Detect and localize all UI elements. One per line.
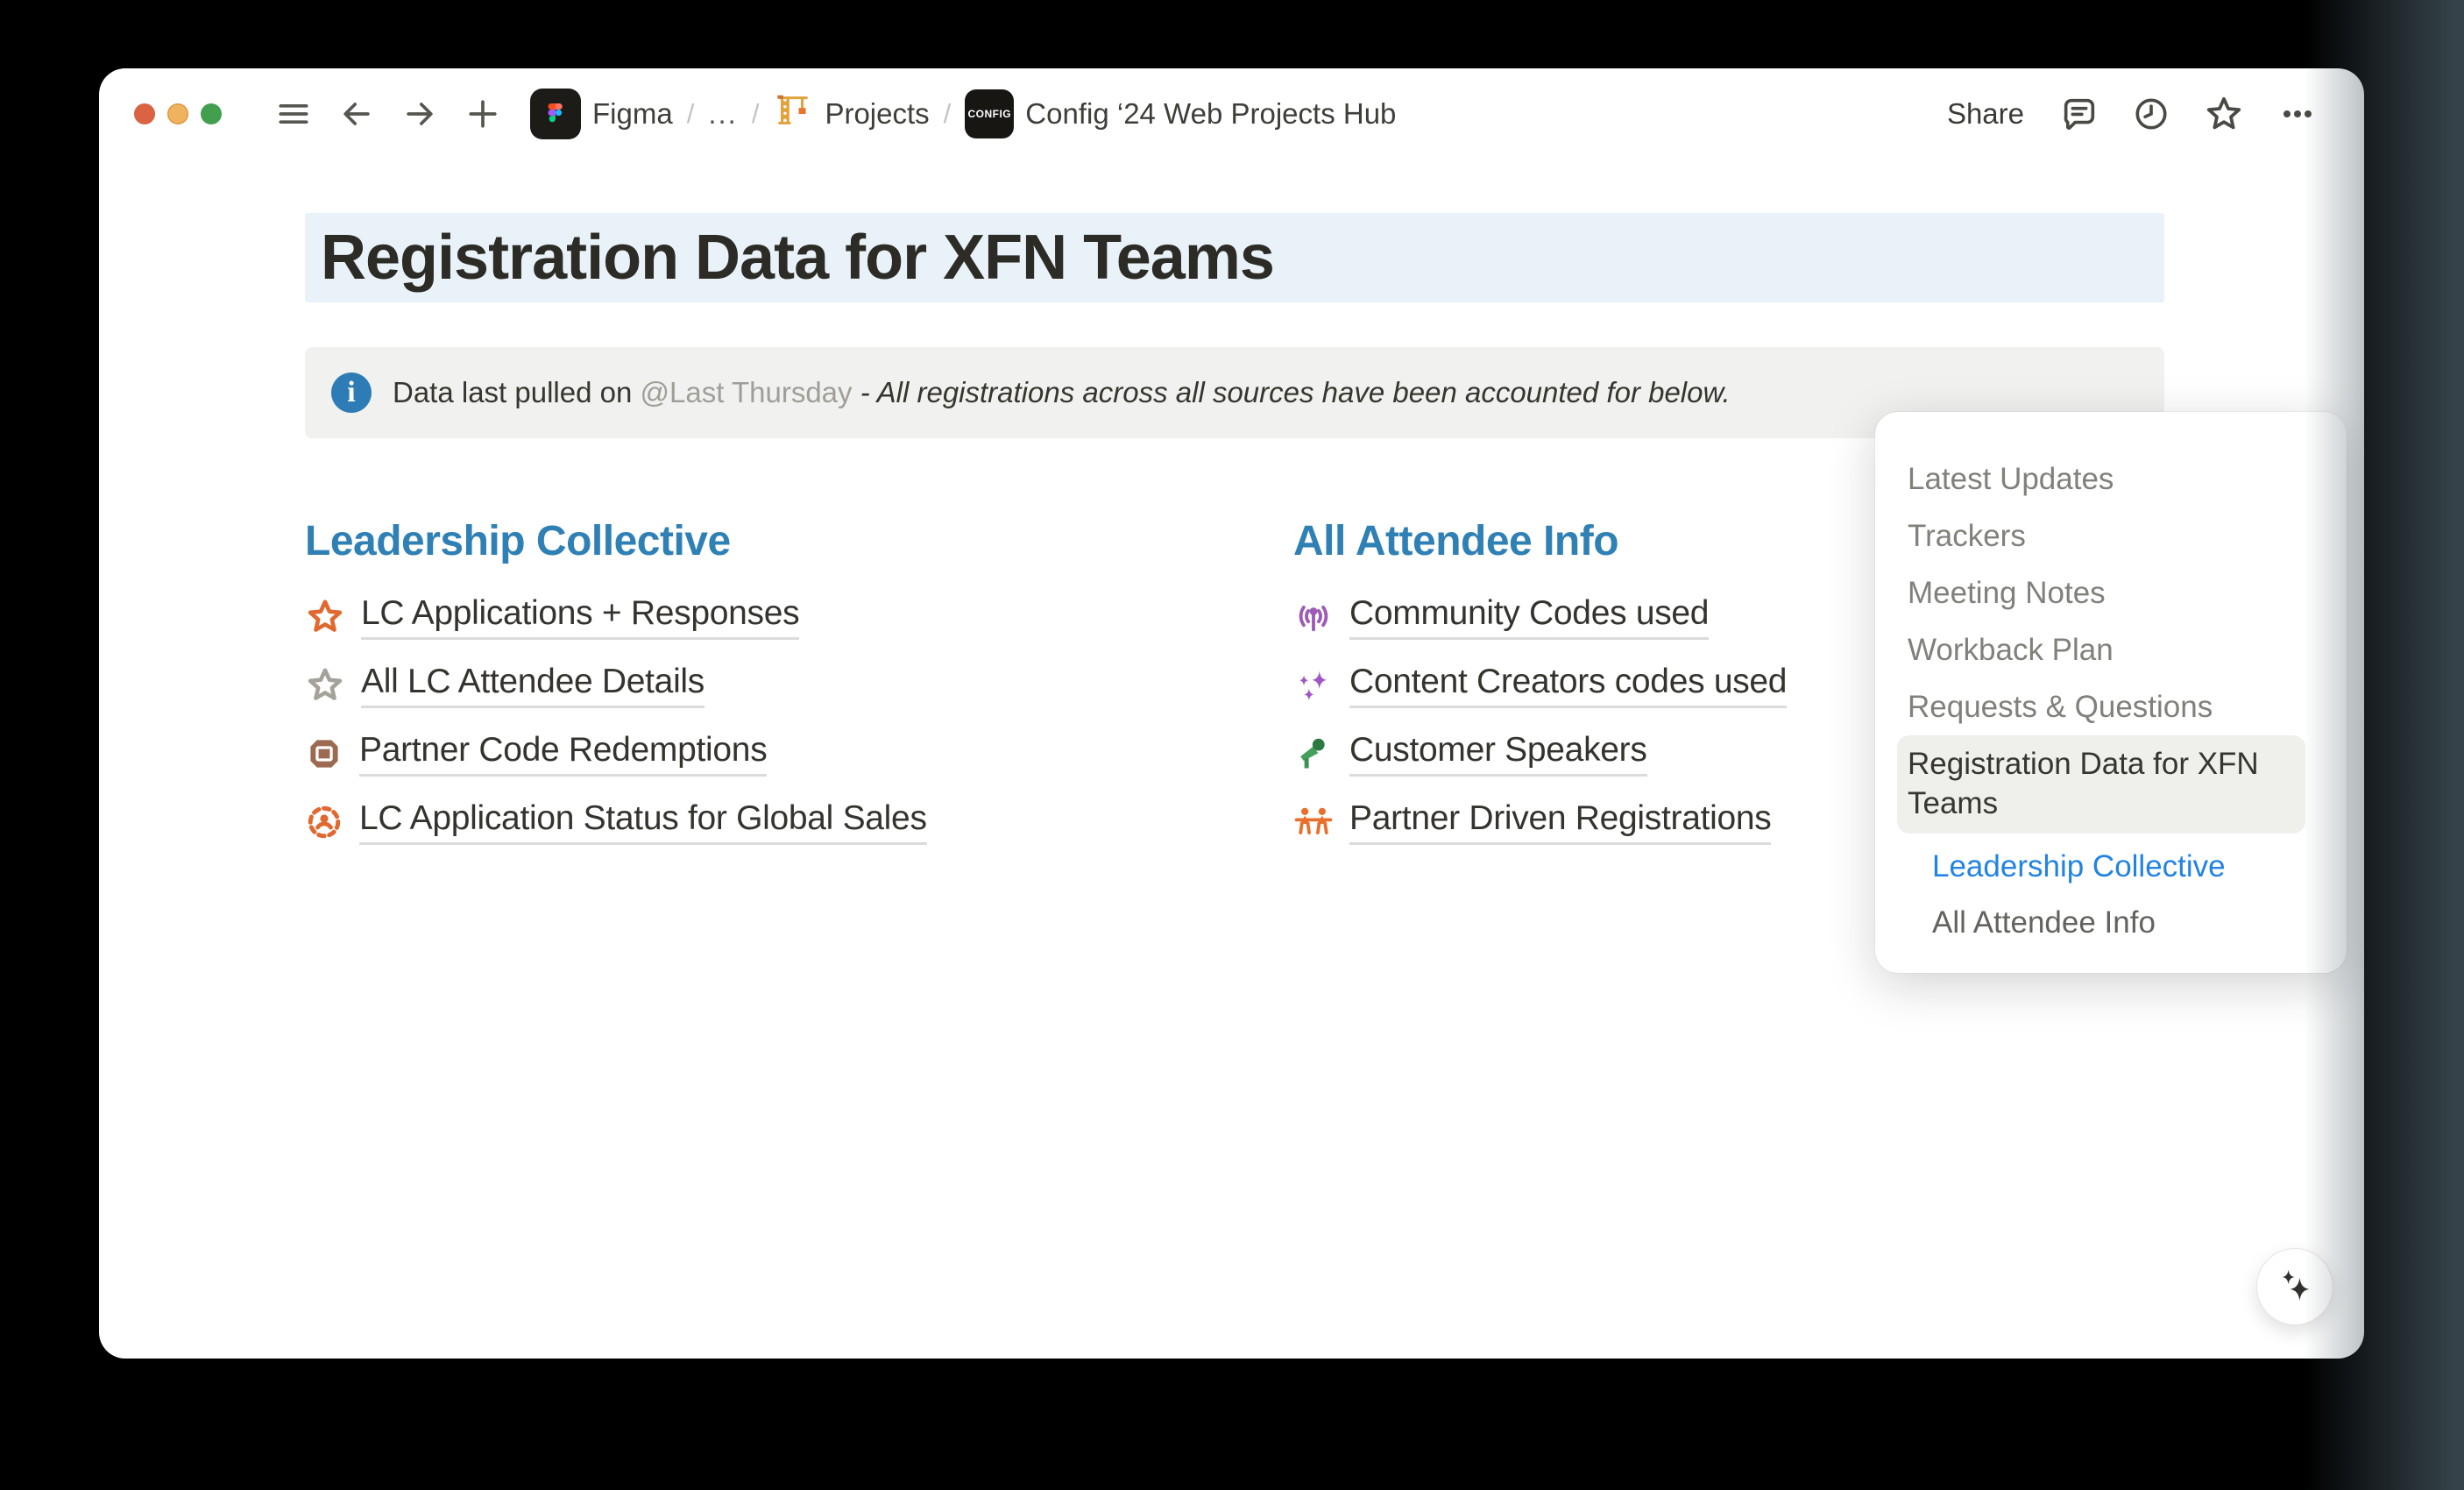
toc-item-requests-questions[interactable]: Requests & Questions: [1908, 678, 2320, 735]
breadcrumb-projects-label: Projects: [825, 97, 929, 131]
people-icon: [1293, 802, 1334, 842]
breadcrumb-item-projects[interactable]: Projects: [773, 90, 929, 138]
hamburger-icon: [274, 95, 313, 133]
figma-logo-icon: [530, 89, 581, 139]
favorite-button[interactable]: [2203, 93, 2245, 135]
toc-item-meeting-notes[interactable]: Meeting Notes: [1908, 564, 2320, 621]
column-heading: Leadership Collective: [305, 517, 1293, 565]
callout-italic-text: - All registrations across all sources h…: [860, 376, 1731, 408]
ai-assistant-button[interactable]: [2256, 1248, 2333, 1325]
back-arrow-icon: [337, 95, 376, 133]
page-link-label: Customer Speakers: [1349, 731, 1647, 777]
breadcrumb-ellipsis[interactable]: ...: [708, 97, 738, 131]
zoom-window-button[interactable]: [201, 103, 222, 124]
page-link-label: All LC Attendee Details: [361, 663, 705, 708]
page-link-label: LC Applications + Responses: [361, 594, 799, 640]
more-options-button[interactable]: [2276, 93, 2319, 135]
comments-icon: [2059, 94, 2099, 134]
breadcrumb-separator: /: [944, 98, 952, 130]
favorite-star-icon: [2203, 93, 2245, 135]
window-controls: [134, 103, 222, 124]
page-link-label: Community Codes used: [1349, 594, 1709, 640]
page-link-label: LC Application Status for Global Sales: [359, 799, 927, 845]
star-orange-icon: [305, 597, 345, 637]
toc-item-registration-data-active[interactable]: Registration Data for XFN Teams: [1897, 735, 2305, 834]
page-link-label: Content Creators codes used: [1349, 663, 1787, 708]
toc-subitem-leadership-collective[interactable]: Leadership Collective: [1932, 839, 2320, 895]
toolbar-right: Share: [1931, 90, 2331, 138]
page-link-partner-code-redemptions[interactable]: Partner Code Redemptions: [305, 720, 1293, 788]
plus-icon: [464, 95, 502, 133]
info-icon: i: [331, 372, 372, 413]
microphone-icon: [1293, 734, 1334, 774]
toc-item-trackers[interactable]: Trackers: [1908, 507, 2320, 564]
new-tab-button[interactable]: [464, 95, 502, 133]
toc-item-latest-updates[interactable]: Latest Updates: [1908, 451, 2320, 507]
desktop-background: Figma / ... /: [0, 0, 2464, 1490]
column-leadership-collective: Leadership Collective LC Applications + …: [305, 517, 1293, 856]
comments-button[interactable]: [2059, 94, 2099, 134]
breadcrumb-app-label: Figma: [592, 97, 673, 131]
app-window: Figma / ... /: [99, 68, 2364, 1359]
frame-brown-icon: [305, 734, 343, 773]
page-link-lc-application-status[interactable]: LC Application Status for Global Sales: [305, 788, 1293, 856]
breadcrumb-separator: /: [752, 98, 760, 130]
person-ring-icon: [305, 803, 343, 841]
page-link-label: Partner Code Redemptions: [359, 731, 767, 777]
breadcrumb-separator: /: [687, 98, 695, 130]
more-icon: [2276, 93, 2319, 135]
callout-prefix: Data last pulled on: [393, 376, 641, 408]
minimize-window-button[interactable]: [167, 103, 188, 124]
toolbar: Figma / ... /: [134, 91, 2331, 137]
antenna-icon: [1293, 597, 1334, 637]
sidebar-menu-button[interactable]: [274, 95, 313, 133]
forward-arrow-icon: [400, 95, 439, 133]
table-of-contents-panel: Latest Updates Trackers Meeting Notes Wo…: [1875, 412, 2347, 973]
sparkles-icon: [1293, 665, 1334, 706]
breadcrumb-hub-label: Config ‘24 Web Projects Hub: [1025, 97, 1396, 131]
toc-item-workback-plan[interactable]: Workback Plan: [1908, 621, 2320, 678]
breadcrumb-item-config-hub[interactable]: CONFIG Config ‘24 Web Projects Hub: [965, 89, 1396, 138]
share-button[interactable]: Share: [1931, 90, 2040, 138]
toc-subitem-all-attendee-info[interactable]: All Attendee Info: [1932, 895, 2320, 951]
page-title: Registration Data for XFN Teams: [321, 222, 1274, 294]
date-mention[interactable]: @Last Thursday: [641, 376, 853, 408]
toc-active-label: Registration Data for XFN Teams: [1908, 744, 2288, 823]
callout-text: Data last pulled on @Last Thursday - All…: [393, 376, 1731, 409]
page-title-highlight: Registration Data for XFN Teams: [305, 213, 2164, 302]
close-window-button[interactable]: [134, 103, 155, 124]
config-badge-icon: CONFIG: [965, 89, 1014, 138]
page-link-lc-applications[interactable]: LC Applications + Responses: [305, 583, 1293, 651]
star-gray-icon: [305, 665, 345, 706]
sparkle-icon: [2272, 1263, 2318, 1311]
history-button[interactable]: [2131, 94, 2171, 134]
forward-button[interactable]: [400, 95, 439, 133]
back-button[interactable]: [337, 95, 376, 133]
history-icon: [2131, 94, 2171, 134]
page-link-label: Partner Driven Registrations: [1349, 799, 1771, 845]
page-link-all-lc-attendees[interactable]: All LC Attendee Details: [305, 651, 1293, 720]
breadcrumb: Figma / ... /: [530, 89, 1396, 139]
crane-icon: [773, 90, 813, 138]
breadcrumb-workspace-figma[interactable]: Figma: [530, 89, 673, 139]
